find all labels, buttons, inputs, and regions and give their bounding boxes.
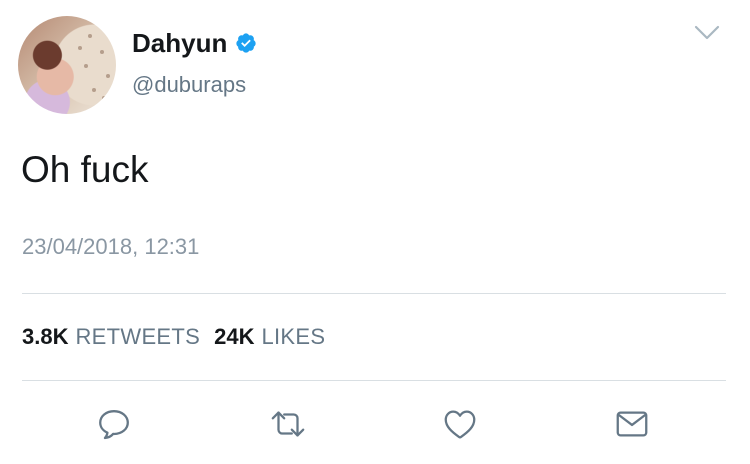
retweets-stat[interactable]: 3.8K RETWEETS — [22, 326, 200, 348]
tweet-card: Dahyun @duburaps Oh fuck 23/04/2018, 12:… — [0, 0, 750, 464]
display-name[interactable]: Dahyun — [132, 30, 227, 56]
avatar[interactable] — [18, 16, 116, 114]
retweets-count: 3.8K — [22, 324, 69, 349]
reply-icon — [99, 410, 129, 440]
likes-stat[interactable]: 24K LIKES — [214, 326, 325, 348]
heart-icon — [444, 410, 476, 439]
divider — [22, 293, 726, 294]
tweet-text: Oh fuck — [21, 149, 149, 190]
divider — [22, 380, 726, 381]
retweets-label: RETWEETS — [75, 324, 201, 349]
chevron-down-icon[interactable] — [694, 24, 720, 42]
tweet-actions — [0, 400, 750, 448]
retweet-button[interactable] — [268, 404, 308, 444]
user-handle[interactable]: @duburaps — [132, 74, 246, 96]
likes-label: LIKES — [261, 324, 326, 349]
like-button[interactable] — [440, 404, 480, 444]
retweet-icon — [271, 411, 305, 437]
direct-message-button[interactable] — [612, 404, 652, 444]
mail-icon — [616, 411, 648, 437]
reply-button[interactable] — [94, 404, 134, 444]
tweet-timestamp[interactable]: 23/04/2018, 12:31 — [22, 236, 199, 258]
tweet-stats: 3.8K RETWEETS 24K LIKES — [22, 326, 325, 348]
display-name-row[interactable]: Dahyun — [132, 30, 257, 56]
likes-count: 24K — [214, 324, 255, 349]
verified-badge-icon — [235, 32, 257, 54]
